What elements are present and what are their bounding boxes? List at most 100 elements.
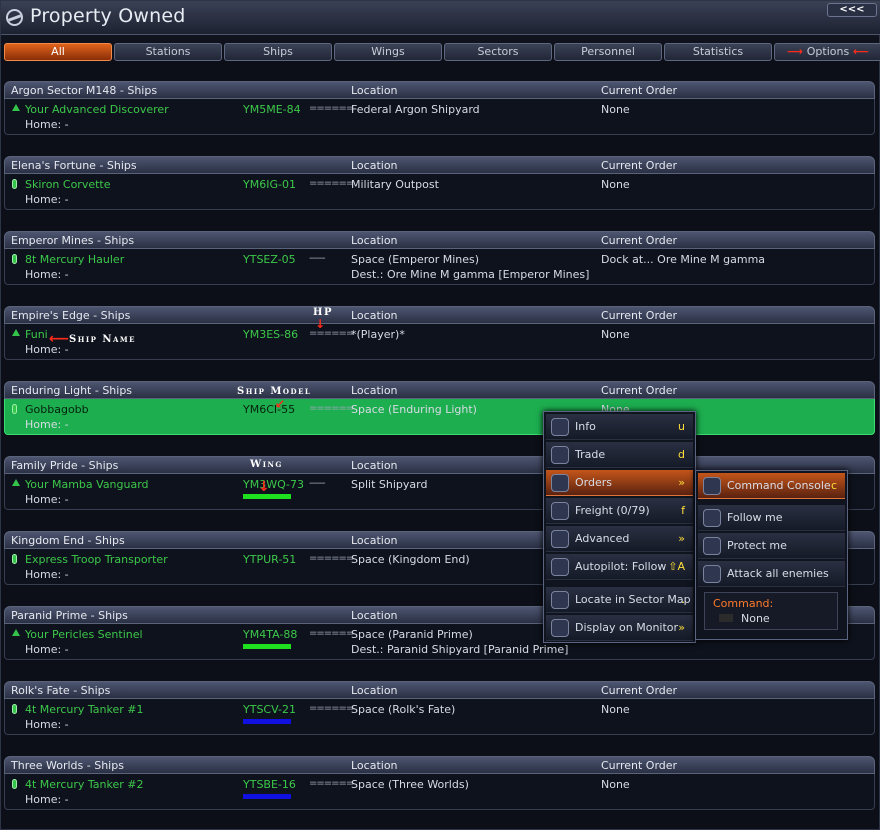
submenu-item-follow[interactable]: Follow me [698,505,845,531]
ship-name[interactable]: 4t Mercury Tanker #2 [25,778,144,791]
location-header: Location [351,159,398,172]
tab-wings[interactable]: Wings [334,43,442,61]
ship-id: YM6CI-55 [243,403,296,416]
group-header[interactable]: Rolk's Fate - Ships Location Current Order [4,681,875,699]
sector-group: Argon Sector M148 - Ships Location Current… [4,81,875,135]
submenu-item-label: Protect me [727,539,787,552]
ship-name[interactable]: 8t Mercury Hauler [25,253,124,266]
order-header: Current Order [601,234,678,247]
command-status-box: Command: None [704,592,838,630]
ship-name[interactable]: Express Troop Transporter [25,553,168,566]
ship-location: Split Shipyard [351,478,428,491]
menu-item-monitor[interactable]: Display on Monitor» [546,615,693,641]
menu-item-label: Info [575,420,596,433]
location-header: Location [351,84,398,97]
submenu-item-label: Follow me [727,511,783,524]
menu-item-info[interactable]: Info u [546,414,693,440]
home-base: Home: - [25,643,69,656]
ship-id: YM5ME-84 [243,103,301,116]
hp-bar: ====== [309,628,354,639]
home-base: Home: - [25,193,69,206]
ship-id: YTSBE-16 [243,778,296,791]
triangle-ship-icon [12,104,20,113]
hp-bar: ------ [309,253,326,264]
menu-item-trade[interactable]: Trade d [546,442,693,468]
wing-indicator [243,719,291,724]
hp-bar: ====== [309,178,354,189]
tab-options[interactable]: ⟶ Options ⟵ [774,43,880,61]
ship-name[interactable]: Skiron Corvette [25,178,111,191]
menu-item-hotkey: ⇧A [668,560,685,573]
group-header[interactable]: Emperor Mines - Ships Location Current Ord… [4,231,875,249]
ship-location: Space (Enduring Light) [351,403,477,416]
tab-personnel[interactable]: Personnel [554,43,662,61]
ship-name[interactable]: 4t Mercury Tanker #1 [25,703,144,716]
order-header: Current Order [601,759,678,772]
galaxy-icon [6,9,23,26]
options-left-arrow-icon: ⟶ [787,45,807,58]
tab-ships[interactable]: Ships [224,43,332,61]
menu-item-hotkey: u [678,420,685,433]
tab-sectors[interactable]: Sectors [444,43,552,61]
menu-item-orders[interactable]: Orders » [546,470,693,496]
group-header[interactable]: Empire's Edge - Ships Location Current Ord… [4,306,875,324]
ship-name[interactable]: Your Pericles Sentinel [25,628,143,641]
hp-bar: ====== [309,703,354,714]
tab-stations[interactable]: Stations [114,43,222,61]
sector-group: Enduring Light - Ships Location Current Or… [4,381,875,435]
menu-item-hotkey: » [678,476,685,489]
back-button[interactable]: <<< [827,3,877,17]
ship-location: Space (Paranid Prime) [351,628,473,641]
ship-row[interactable]: Your Advanced Discoverer YM5ME-84 ====== Fe… [4,99,875,135]
ship-name[interactable]: Your Advanced Discoverer [25,103,169,116]
group-header[interactable]: Elena's Fortune - Ships Location Current O… [4,156,875,174]
menu-item-label: Autopilot: Follow [575,560,667,573]
capsule-ship-icon [12,554,19,564]
ship-name-arrow-icon: ⟵ [49,331,70,347]
ship-row[interactable]: Gobbagobb YM6CI-55 ====== Space (Enduring L… [4,399,875,435]
menu-item-autopilot[interactable]: Autopilot: Follow ⇧A [546,554,693,580]
info-icon [551,418,569,436]
current-order: None [601,703,630,716]
freight-icon [551,502,569,520]
menu-item-freight[interactable]: Freight (0/79) f [546,498,693,524]
sector-title: Elena's Fortune - Ships [11,159,137,172]
group-header[interactable]: Three Worlds - Ships Location Current Orde… [4,756,875,774]
command-label: Command: [713,597,774,610]
group-header[interactable]: Enduring Light - Ships Location Current Or… [4,381,875,399]
ship-row[interactable]: 8t Mercury Hauler YTSEZ-05 ------ Space (Em… [4,249,875,285]
submenu-item-attack[interactable]: Attack all enemies [698,561,845,587]
filter-tabs: All Stations Ships Wings Sectors Personnel Sta… [1,43,880,63]
ship-name[interactable]: Your Mamba Vanguard [25,478,149,491]
home-base: Home: - [25,718,69,731]
tab-statistics[interactable]: Statistics [664,43,772,61]
sector-title: Rolk's Fate - Ships [11,684,111,697]
ship-name[interactable]: Funi [25,328,48,341]
location-header: Location [351,534,398,547]
capsule-ship-icon [12,779,19,789]
current-order: Dock at... Ore Mine M gamma [601,253,766,266]
hp-bar: ------ [309,478,326,489]
submenu-item-protect[interactable]: Protect me [698,533,845,559]
tab-label: Stations [145,45,191,58]
location-header: Location [351,459,398,472]
group-header[interactable]: Argon Sector M148 - Ships Location Current… [4,81,875,99]
menu-item-locate[interactable]: Locate in Sector Map. [546,587,693,613]
menu-item-label: Orders [575,476,612,489]
menu-item-advanced[interactable]: Advanced » [546,526,693,552]
submenu-item-command-console[interactable]: Command Console c [698,473,845,499]
ship-name[interactable]: Gobbagobb [25,403,89,416]
order-header: Current Order [601,159,678,172]
ship-name-annotation: Ship Name [69,334,137,345]
home-base: Home: - [25,268,69,281]
triangle-ship-icon [12,479,20,488]
ship-row[interactable]: 4t Mercury Tanker #2 YTSBE-16 ====== Space … [4,774,875,810]
ship-location: Space (Kingdom End) [351,553,470,566]
ship-row[interactable]: Skiron Corvette YM6IG-01 ====== Military Ou… [4,174,875,210]
sector-title: Three Worlds - Ships [11,759,124,772]
title-bar: Property Owned <<< [1,1,880,35]
tab-all[interactable]: All [4,43,112,61]
ship-row[interactable]: 4t Mercury Tanker #1 YTSCV-21 ====== Space … [4,699,875,735]
menu-item-label: Locate in Sector Map [575,593,691,606]
capsule-ship-icon [12,404,19,414]
